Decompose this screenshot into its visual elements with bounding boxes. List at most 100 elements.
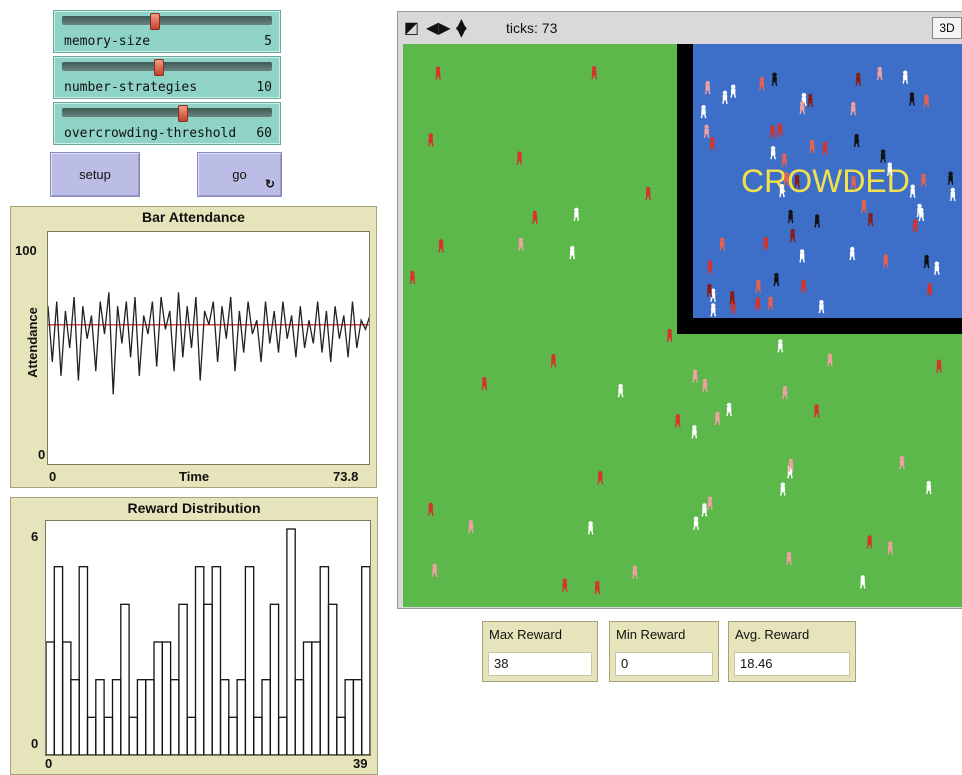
monitor-label: Min Reward <box>616 627 686 642</box>
histogram-bar <box>103 716 114 755</box>
agent-person-icon <box>827 353 833 367</box>
slider-label: overcrowding-threshold <box>64 126 237 141</box>
agent-person-icon <box>786 551 792 566</box>
slider-knob[interactable] <box>178 105 188 122</box>
agent-person-icon <box>714 411 721 426</box>
plot-title: Reward Distribution <box>127 500 261 516</box>
histogram-bar <box>294 679 305 755</box>
histogram-bar <box>311 641 321 755</box>
y-axis-label: Attendance <box>24 307 40 378</box>
histogram-bar <box>95 679 105 755</box>
max-reward-monitor: Max Reward 38 <box>482 621 598 682</box>
reward-distribution-plot: Reward Distribution 6 0 0 39 <box>10 497 378 775</box>
horizontal-arrows-icon[interactable]: ◀▶ <box>426 18 451 37</box>
slider-track[interactable] <box>62 108 272 117</box>
histogram-bar <box>302 641 313 755</box>
vertical-arrows-icon[interactable]: ▲ ▼ <box>456 17 467 39</box>
y-tick-max: 100 <box>15 243 37 258</box>
plot-title: Bar Attendance <box>142 209 245 225</box>
3d-view-button[interactable]: 3D <box>932 17 962 39</box>
histogram-bar <box>145 679 155 755</box>
histogram-bar <box>46 641 55 755</box>
histogram-bar <box>352 679 363 755</box>
agent-person-icon <box>631 565 638 579</box>
histogram-bar <box>236 679 247 755</box>
agent-person-icon <box>779 482 786 496</box>
agent-person-icon <box>516 151 523 165</box>
slider-knob[interactable] <box>154 59 164 76</box>
histogram-bar <box>70 679 80 755</box>
world-svg: CROWDED <box>409 44 962 595</box>
histogram-bar <box>228 716 238 755</box>
agent-person-icon <box>887 541 894 555</box>
histogram-bar <box>136 679 147 755</box>
agent-person-icon <box>550 354 557 368</box>
forever-icon: ↻ <box>264 177 275 191</box>
histogram-bar <box>336 716 346 755</box>
agent-person-icon <box>866 535 873 549</box>
agent-person-icon <box>431 563 438 577</box>
ticks-counter: ticks: 73 <box>506 20 558 36</box>
reward-chart <box>46 528 370 755</box>
3d-label: 3D <box>939 21 955 35</box>
agent-person-icon <box>573 207 580 221</box>
agent-person-icon <box>409 270 416 285</box>
agent-person-icon <box>859 575 866 589</box>
monitor-label: Avg. Reward <box>735 627 810 642</box>
number-strategies-slider[interactable]: number-strategies 10 <box>53 56 281 99</box>
agent-person-icon <box>617 383 624 398</box>
slider-value: 60 <box>256 126 272 141</box>
x-tick-max: 73.8 <box>333 469 359 484</box>
crowded-label: CROWDED <box>741 163 910 199</box>
monitor-value: 38 <box>488 652 592 676</box>
histogram-bar <box>111 679 122 755</box>
x-tick-min: 0 <box>49 469 57 484</box>
monitor-label: Max Reward <box>489 627 562 642</box>
histogram-bar <box>327 603 338 755</box>
histogram-bar <box>319 566 330 755</box>
histogram-bar <box>153 641 163 755</box>
histogram-bar <box>286 528 296 755</box>
histogram-bar <box>61 641 72 755</box>
histogram-bar <box>128 716 139 755</box>
go-button[interactable]: go ↻ <box>197 152 282 197</box>
attendance-chart <box>48 292 369 395</box>
histogram-bar <box>211 566 222 755</box>
memory-size-slider[interactable]: memory-size 5 <box>53 10 281 53</box>
agent-person-icon <box>813 404 820 418</box>
histogram-bar <box>344 679 355 755</box>
agent-person-icon <box>726 402 732 417</box>
histogram-bar <box>219 679 230 755</box>
histogram-bar <box>244 566 255 755</box>
avg-reward-monitor: Avg. Reward 18.46 <box>728 621 856 682</box>
slider-value: 10 <box>256 80 272 95</box>
agent-person-icon <box>701 503 708 517</box>
histogram-bar <box>277 716 288 755</box>
setup-button[interactable]: setup <box>50 152 140 197</box>
overcrowding-threshold-slider[interactable]: overcrowding-threshold 60 <box>53 102 281 145</box>
agent-person-icon <box>587 521 594 535</box>
zoom-toggle-icon[interactable]: ◩ <box>404 18 419 37</box>
agent-person-icon <box>438 239 444 253</box>
x-axis-label: Time <box>179 469 210 484</box>
world-canvas[interactable]: CROWDED <box>403 44 962 607</box>
histogram-bar <box>361 566 370 755</box>
agent-person-icon <box>427 502 434 517</box>
world-view[interactable]: ◩ ◀▶ ▲ ▼ ticks: 73 3D CROWDED <box>397 11 962 609</box>
histogram-bar <box>86 716 97 755</box>
agent-person-icon <box>666 328 673 343</box>
agent-person-icon <box>645 186 652 201</box>
agent-person-icon <box>481 376 488 391</box>
agent-person-icon <box>692 369 698 383</box>
histogram-bar <box>203 603 213 755</box>
slider-track[interactable] <box>62 62 272 71</box>
slider-knob[interactable] <box>150 13 160 30</box>
agent-person-icon <box>594 580 601 595</box>
setup-button-label: setup <box>79 167 111 182</box>
slider-label: memory-size <box>64 34 151 49</box>
histogram-bar <box>161 641 172 755</box>
agent-person-icon <box>597 471 604 485</box>
plot-area <box>45 520 371 756</box>
agent-person-icon <box>691 425 698 439</box>
slider-track[interactable] <box>62 16 272 25</box>
